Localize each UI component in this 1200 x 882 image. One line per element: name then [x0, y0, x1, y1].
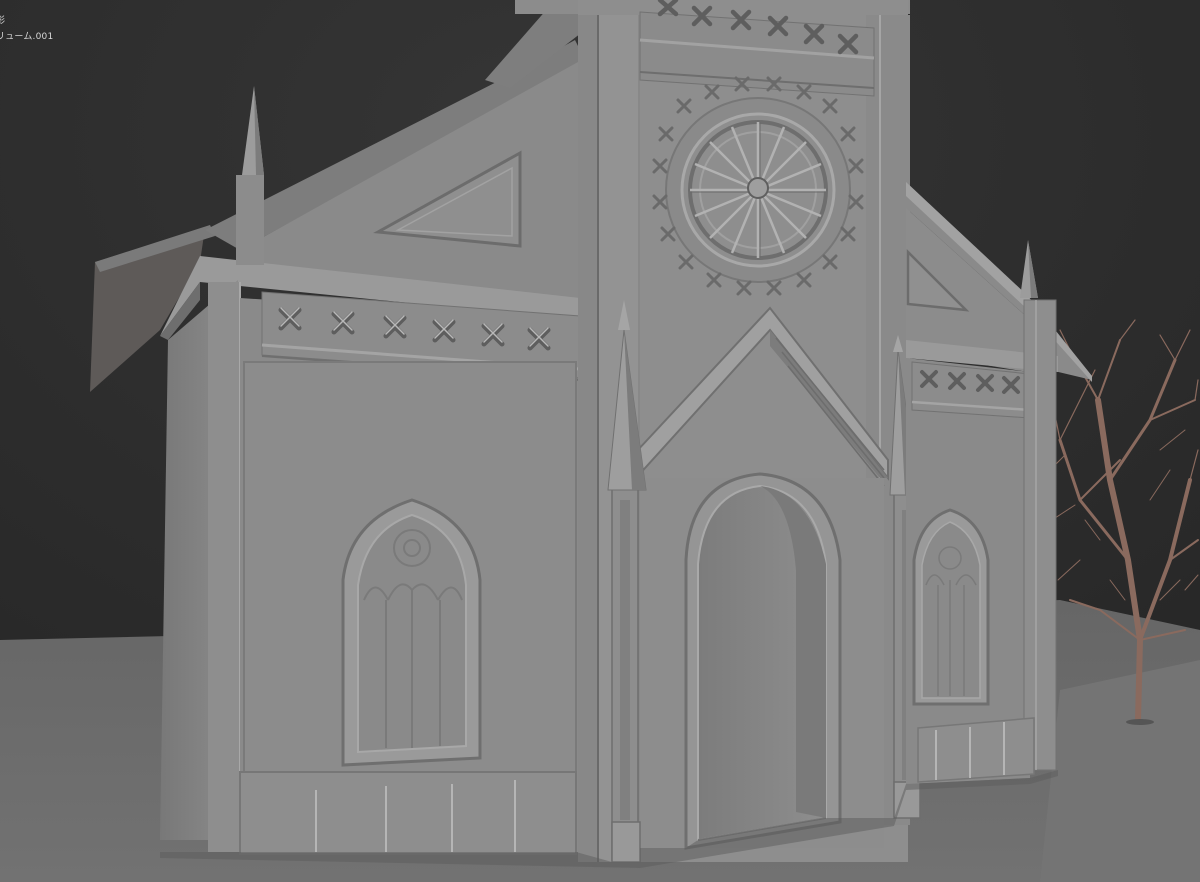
3d-viewport[interactable]: 形 リューム.001 [0, 0, 1200, 882]
ground-highlight [1040, 660, 1200, 882]
gothic-window-right-inner [921, 521, 981, 699]
viewport-overlay-object-name: リューム.001 [0, 32, 54, 42]
tree-shadow [1126, 719, 1154, 725]
left-corner-pilaster [208, 282, 240, 852]
viewport-render[interactable] [0, 0, 1200, 882]
left-base [239, 771, 577, 855]
viewport-overlay-mode: 形 [0, 16, 6, 26]
left-turret-base [236, 175, 264, 265]
right-corner-pilaster [1023, 299, 1057, 771]
